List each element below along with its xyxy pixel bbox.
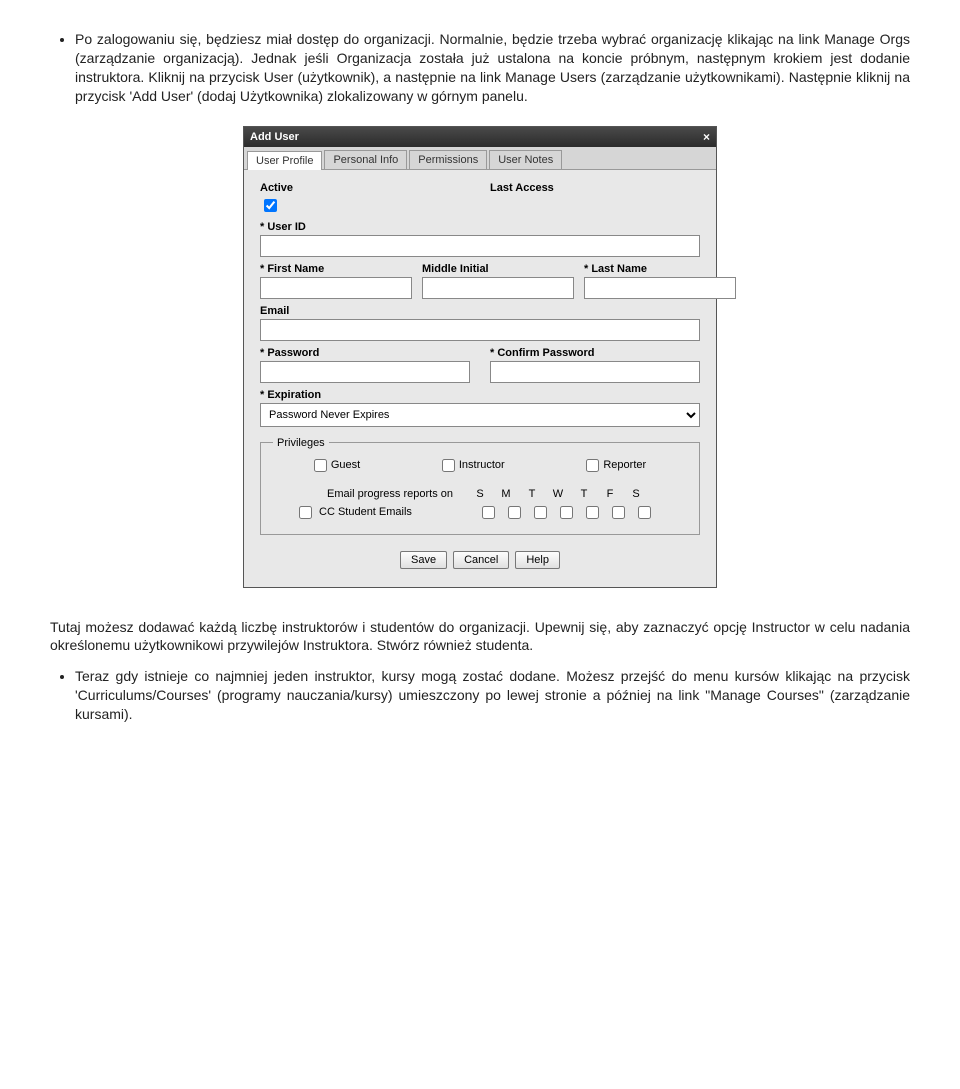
tab-personal-info[interactable]: Personal Info <box>324 150 407 169</box>
user-id-label: * User ID <box>260 221 700 233</box>
last-name-label: * Last Name <box>584 263 736 275</box>
expiration-select[interactable]: Password Never Expires <box>260 403 700 427</box>
paragraph-instructors: Tutaj możesz dodawać każdą liczbę instru… <box>50 618 910 656</box>
cc-student-checkbox[interactable] <box>299 506 312 519</box>
day-cb-wed[interactable] <box>560 506 573 519</box>
dialog-button-row: Save Cancel Help <box>260 541 700 579</box>
help-button[interactable]: Help <box>515 551 560 569</box>
expiration-label: * Expiration <box>260 389 700 401</box>
reporter-checkbox[interactable] <box>586 459 599 472</box>
guest-option[interactable]: Guest <box>314 459 360 472</box>
reporter-option[interactable]: Reporter <box>586 459 646 472</box>
guest-label: Guest <box>331 459 360 471</box>
email-reports-label: Email progress reports on <box>273 488 467 500</box>
close-icon[interactable]: × <box>703 130 710 144</box>
first-name-input[interactable] <box>260 277 412 299</box>
active-label: Active <box>260 182 470 194</box>
day-cb-fri[interactable] <box>612 506 625 519</box>
active-checkbox[interactable] <box>264 199 277 212</box>
add-user-dialog: Add User × User Profile Personal Info Pe… <box>243 126 717 588</box>
tab-permissions[interactable]: Permissions <box>409 150 487 169</box>
email-input[interactable] <box>260 319 700 341</box>
cc-student-label: CC Student Emails <box>319 506 412 518</box>
guest-checkbox[interactable] <box>314 459 327 472</box>
password-input[interactable] <box>260 361 470 383</box>
day-cb-sun[interactable] <box>482 506 495 519</box>
tab-user-notes[interactable]: User Notes <box>489 150 562 169</box>
middle-initial-input[interactable] <box>422 277 574 299</box>
form-body: Active Last Access * User ID * First Nam… <box>244 170 716 587</box>
email-label: Email <box>260 305 700 317</box>
day-m: M <box>493 488 519 500</box>
instructor-option[interactable]: Instructor <box>442 459 505 472</box>
dialog-container: Add User × User Profile Personal Info Pe… <box>50 126 910 588</box>
dialog-title: Add User <box>250 131 299 143</box>
day-cb-mon[interactable] <box>508 506 521 519</box>
confirm-password-input[interactable] <box>490 361 700 383</box>
privileges-fieldset: Privileges Guest Instructor Reporter <box>260 437 700 535</box>
day-f: F <box>597 488 623 500</box>
day-s2: S <box>623 488 649 500</box>
dialog-titlebar: Add User × <box>244 127 716 147</box>
user-id-input[interactable] <box>260 235 700 257</box>
instructor-label: Instructor <box>459 459 505 471</box>
day-cb-tue[interactable] <box>534 506 547 519</box>
day-cb-sat[interactable] <box>638 506 651 519</box>
day-s1: S <box>467 488 493 500</box>
dialog-tabs: User Profile Personal Info Permissions U… <box>244 147 716 170</box>
first-name-label: * First Name <box>260 263 412 275</box>
save-button[interactable]: Save <box>400 551 447 569</box>
day-w: W <box>545 488 571 500</box>
last-name-input[interactable] <box>584 277 736 299</box>
reporter-label: Reporter <box>603 459 646 471</box>
intro-bullet-2: Teraz gdy istnieje co najmniej jeden ins… <box>75 667 910 724</box>
password-label: * Password <box>260 347 470 359</box>
day-t2: T <box>571 488 597 500</box>
middle-initial-label: Middle Initial <box>422 263 574 275</box>
day-t1: T <box>519 488 545 500</box>
intro-text-2: Teraz gdy istnieje co najmniej jeden ins… <box>75 668 910 722</box>
privileges-legend: Privileges <box>273 437 329 449</box>
day-cb-thu[interactable] <box>586 506 599 519</box>
tab-user-profile[interactable]: User Profile <box>247 151 322 170</box>
intro-bullet-1: Po zalogowaniu się, będziesz miał dostęp… <box>75 30 910 106</box>
last-access-label: Last Access <box>490 182 700 194</box>
cancel-button[interactable]: Cancel <box>453 551 509 569</box>
instructor-checkbox[interactable] <box>442 459 455 472</box>
confirm-password-label: * Confirm Password <box>490 347 700 359</box>
intro-text-1: Po zalogowaniu się, będziesz miał dostęp… <box>75 31 910 104</box>
